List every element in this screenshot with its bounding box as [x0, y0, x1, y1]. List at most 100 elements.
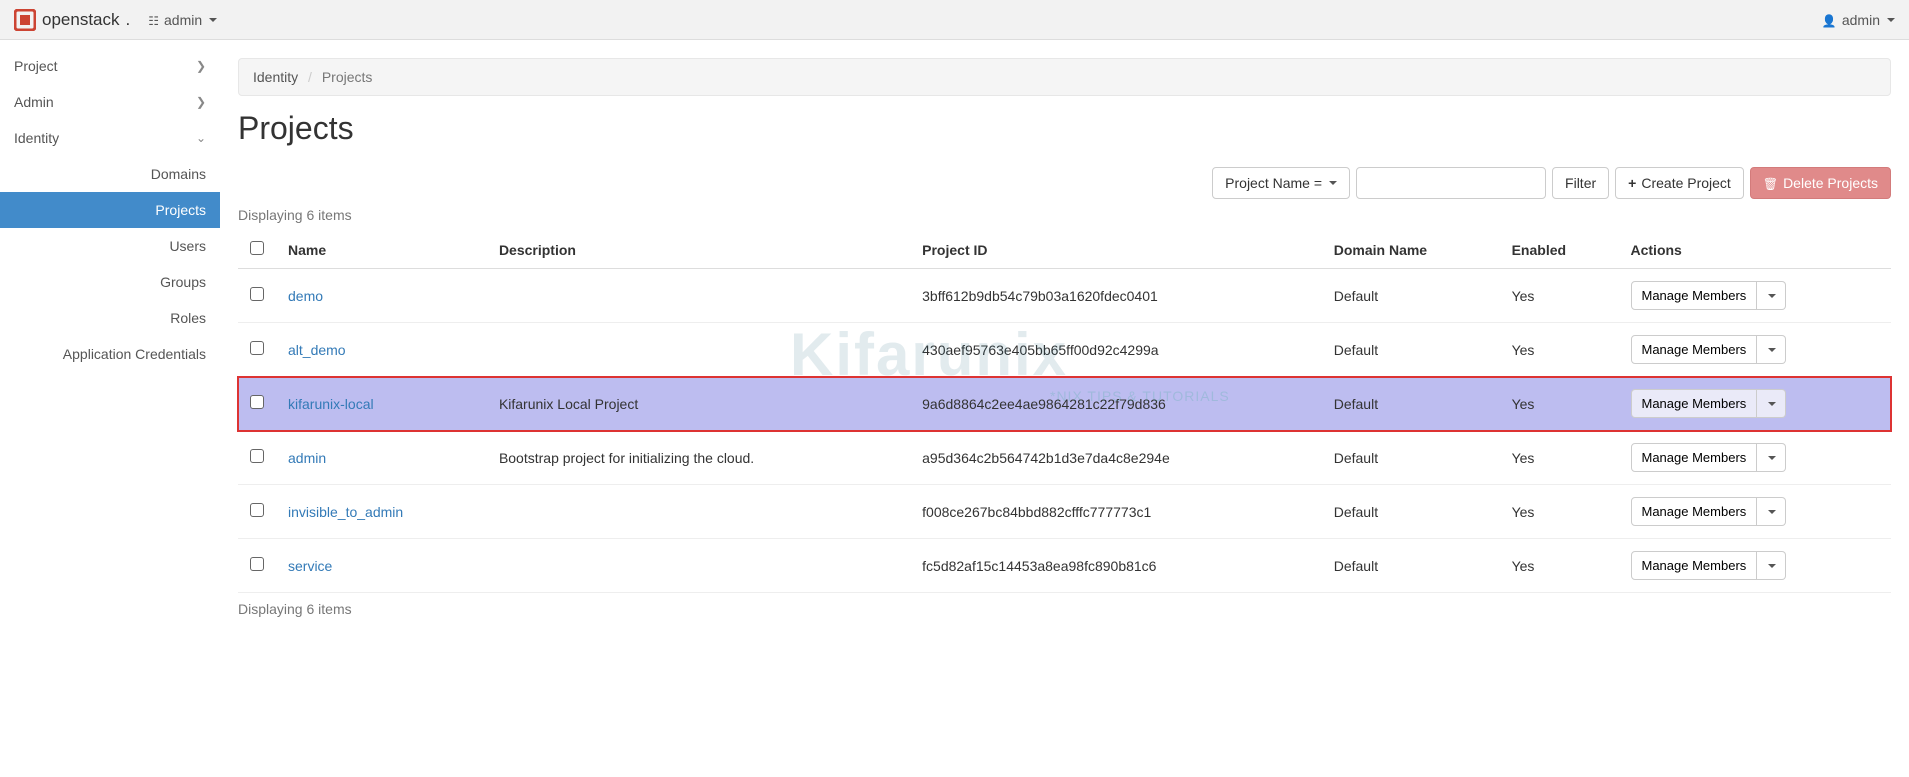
subnav-groups[interactable]: Groups: [0, 264, 220, 300]
subnav-projects[interactable]: Projects: [0, 192, 220, 228]
panel-icon: [148, 12, 159, 28]
user-menu[interactable]: admin: [1822, 12, 1895, 28]
manage-members-button[interactable]: Manage Members: [1631, 551, 1758, 580]
manage-members-button[interactable]: Manage Members: [1631, 443, 1758, 472]
caret-down-icon: [1768, 348, 1776, 352]
table-row: admin Bootstrap project for initializing …: [238, 431, 1891, 485]
delete-label: Delete Projects: [1783, 175, 1878, 191]
caret-down-icon: [1887, 18, 1895, 22]
project-name-link[interactable]: invisible_to_admin: [288, 504, 403, 520]
col-enabled[interactable]: Enabled: [1500, 231, 1619, 269]
row-actions-dropdown[interactable]: [1757, 281, 1786, 310]
project-name-link[interactable]: admin: [288, 450, 326, 466]
project-description: [487, 269, 910, 323]
table-toolbar: Project Name = Filter Create Project Del…: [238, 167, 1891, 199]
row-checkbox[interactable]: [250, 449, 264, 463]
manage-members-button[interactable]: Manage Members: [1631, 335, 1758, 364]
project-id: a95d364c2b564742b1d3e7da4c8e294e: [910, 431, 1322, 485]
row-actions-dropdown[interactable]: [1757, 551, 1786, 580]
page-title: Projects: [238, 110, 1891, 147]
domain-name: Default: [1322, 269, 1500, 323]
table-row: demo3bff612b9db54c79b03a1620fdec0401Defa…: [238, 269, 1891, 323]
delete-projects-button[interactable]: Delete Projects: [1750, 167, 1891, 199]
nav-label: Project: [14, 58, 58, 74]
filter-button[interactable]: Filter: [1552, 167, 1609, 199]
project-description: Bootstrap project for initializing the c…: [487, 431, 910, 485]
row-checkbox[interactable]: [250, 341, 264, 355]
table-row: invisible_to_admin f008ce267bc84bbd882cff…: [238, 485, 1891, 539]
plus-icon: [1628, 175, 1636, 191]
subnav-domains[interactable]: Domains: [0, 156, 220, 192]
caret-down-icon: [1768, 564, 1776, 568]
user-label: admin: [1842, 12, 1880, 28]
project-id: 9a6d8864c2ee4ae9864281c22f79d836: [910, 377, 1322, 431]
manage-members-button[interactable]: Manage Members: [1631, 281, 1758, 310]
chevron-right-icon: ❯: [196, 95, 206, 109]
project-name-link[interactable]: alt_demo: [288, 342, 346, 358]
projects-table: Name Description Project ID Domain Name …: [238, 231, 1891, 593]
caret-down-icon: [1329, 181, 1337, 185]
project-id: fc5d82af15c14453a8ea98fc890b81c6: [910, 539, 1322, 593]
openstack-logo-icon: [14, 9, 36, 31]
manage-members-button[interactable]: Manage Members: [1631, 389, 1758, 418]
table-row: alt_demo430aef95763e405bb65ff00d92c4299a…: [238, 323, 1891, 377]
project-description: [487, 485, 910, 539]
row-checkbox[interactable]: [250, 557, 264, 571]
subnav-users[interactable]: Users: [0, 228, 220, 264]
row-actions-dropdown[interactable]: [1757, 497, 1786, 526]
row-actions-dropdown[interactable]: [1757, 443, 1786, 472]
subnav-roles[interactable]: Roles: [0, 300, 220, 336]
project-id: f008ce267bc84bbd882cfffc777773c1: [910, 485, 1322, 539]
table-row: service fc5d82af15c14453a8ea98fc890b81c6D…: [238, 539, 1891, 593]
create-project-button[interactable]: Create Project: [1615, 167, 1744, 199]
display-count-bottom: Displaying 6 items: [238, 601, 1891, 617]
table-row: kifarunix-local Kifarunix Local Project9a…: [238, 377, 1891, 431]
caret-down-icon: [1768, 510, 1776, 514]
main-content: Kifarunix *NIX TIPS & TUTORIALS Identity…: [220, 40, 1909, 643]
caret-down-icon: [209, 18, 217, 22]
sidebar: Project ❯ Admin ❯ Identity ⌄ Domains Pro…: [0, 40, 220, 643]
topbar: openstack. admin admin: [0, 0, 1909, 40]
enabled-value: Yes: [1500, 431, 1619, 485]
filter-dropdown[interactable]: Project Name =: [1212, 167, 1350, 199]
project-description: [487, 323, 910, 377]
row-checkbox[interactable]: [250, 287, 264, 301]
caret-down-icon: [1768, 402, 1776, 406]
enabled-value: Yes: [1500, 377, 1619, 431]
row-actions-dropdown[interactable]: [1757, 389, 1786, 418]
row-checkbox[interactable]: [250, 395, 264, 409]
col-description[interactable]: Description: [487, 231, 910, 269]
project-description: Kifarunix Local Project: [487, 377, 910, 431]
row-checkbox[interactable]: [250, 503, 264, 517]
filter-dropdown-label: Project Name =: [1225, 175, 1322, 191]
domain-name: Default: [1322, 323, 1500, 377]
filter-input[interactable]: [1356, 167, 1546, 199]
context-switcher[interactable]: admin: [148, 12, 217, 28]
nav-project[interactable]: Project ❯: [0, 48, 220, 84]
nav-admin[interactable]: Admin ❯: [0, 84, 220, 120]
col-domain-name[interactable]: Domain Name: [1322, 231, 1500, 269]
project-name-link[interactable]: demo: [288, 288, 323, 304]
caret-down-icon: [1768, 456, 1776, 460]
nav-label: Admin: [14, 94, 54, 110]
project-name-link[interactable]: service: [288, 558, 332, 574]
project-name-link[interactable]: kifarunix-local: [288, 396, 374, 412]
row-actions-dropdown[interactable]: [1757, 335, 1786, 364]
enabled-value: Yes: [1500, 539, 1619, 593]
col-actions: Actions: [1619, 231, 1892, 269]
select-all-checkbox[interactable]: [250, 241, 264, 255]
create-label: Create Project: [1641, 175, 1730, 191]
subnav-app-credentials[interactable]: Application Credentials: [0, 336, 220, 372]
identity-subnav: Domains Projects Users Groups Roles Appl…: [0, 156, 220, 372]
enabled-value: Yes: [1500, 269, 1619, 323]
domain-name: Default: [1322, 539, 1500, 593]
manage-members-button[interactable]: Manage Members: [1631, 497, 1758, 526]
brand-text: openstack: [42, 10, 120, 30]
breadcrumb-section[interactable]: Identity: [253, 69, 298, 85]
brand-logo[interactable]: openstack.: [14, 9, 130, 31]
chevron-down-icon: ⌄: [196, 131, 206, 145]
col-project-id[interactable]: Project ID: [910, 231, 1322, 269]
domain-name: Default: [1322, 377, 1500, 431]
nav-identity[interactable]: Identity ⌄: [0, 120, 220, 156]
col-name[interactable]: Name: [276, 231, 487, 269]
